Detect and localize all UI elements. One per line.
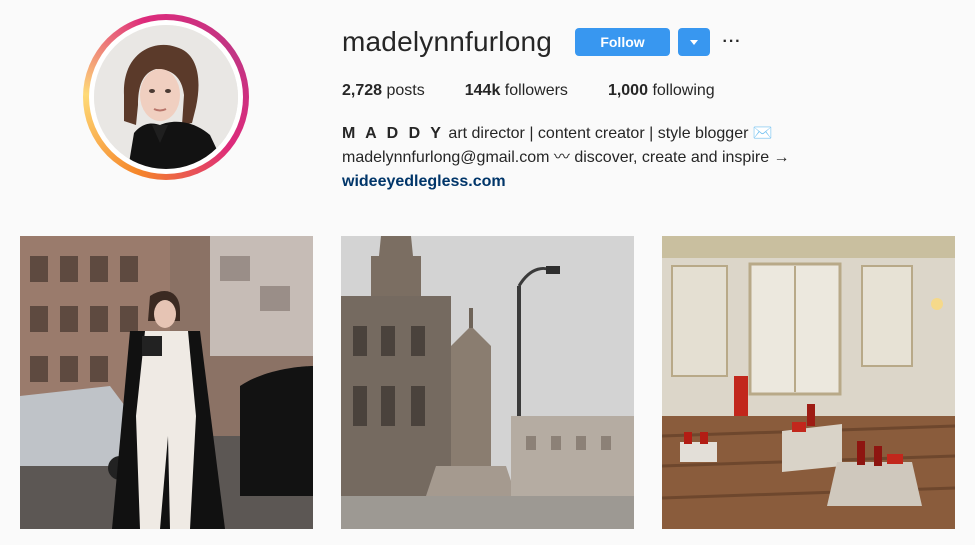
more-options-button[interactable]: ··· [720, 30, 744, 54]
post-image-street-outfit [20, 236, 313, 529]
post-tile-1[interactable] [20, 236, 313, 529]
followers-label[interactable]: followers [505, 82, 568, 99]
post-image-church-fountain [341, 236, 634, 529]
avatar-border [89, 20, 243, 174]
bio-full-name: M A D D Y [342, 125, 444, 142]
following-stat[interactable]: 1,000 following [608, 82, 715, 100]
post-image-ornate-room [662, 236, 955, 529]
profile-username: madelynnfurlong [342, 26, 553, 57]
post-tile-3[interactable] [662, 236, 955, 529]
story-ring-avatar[interactable] [83, 14, 249, 180]
followers-count[interactable]: 144k [465, 82, 501, 99]
following-label[interactable]: following [652, 82, 714, 99]
bio-description: art director | content creator | style b… [443, 125, 773, 142]
avatar-image [94, 25, 238, 169]
bio-website-link[interactable]: wideeyedlegless.com [342, 173, 506, 190]
following-count[interactable]: 1,000 [608, 82, 648, 99]
suggested-accounts-dropdown-button[interactable] [678, 28, 710, 56]
profile-bio: M A D D Y art director | content creator… [342, 122, 942, 194]
caret-down-icon [690, 39, 698, 45]
posts-stat: 2,728 posts [342, 82, 425, 100]
posts-label: posts [386, 82, 425, 99]
avatar[interactable] [94, 25, 238, 169]
follow-button[interactable]: Follow [575, 28, 670, 56]
profile-stats: 2,728 posts 144k followers 1,000 followi… [342, 82, 755, 100]
followers-stat[interactable]: 144k followers [465, 82, 568, 100]
bio-line-1: M A D D Y art director | content creator… [342, 122, 942, 146]
bio-line-2: madelynnfurlong@gmail.com 〰 discover, cr… [342, 149, 790, 166]
posts-count: 2,728 [342, 82, 383, 99]
post-tile-2[interactable] [341, 236, 634, 529]
